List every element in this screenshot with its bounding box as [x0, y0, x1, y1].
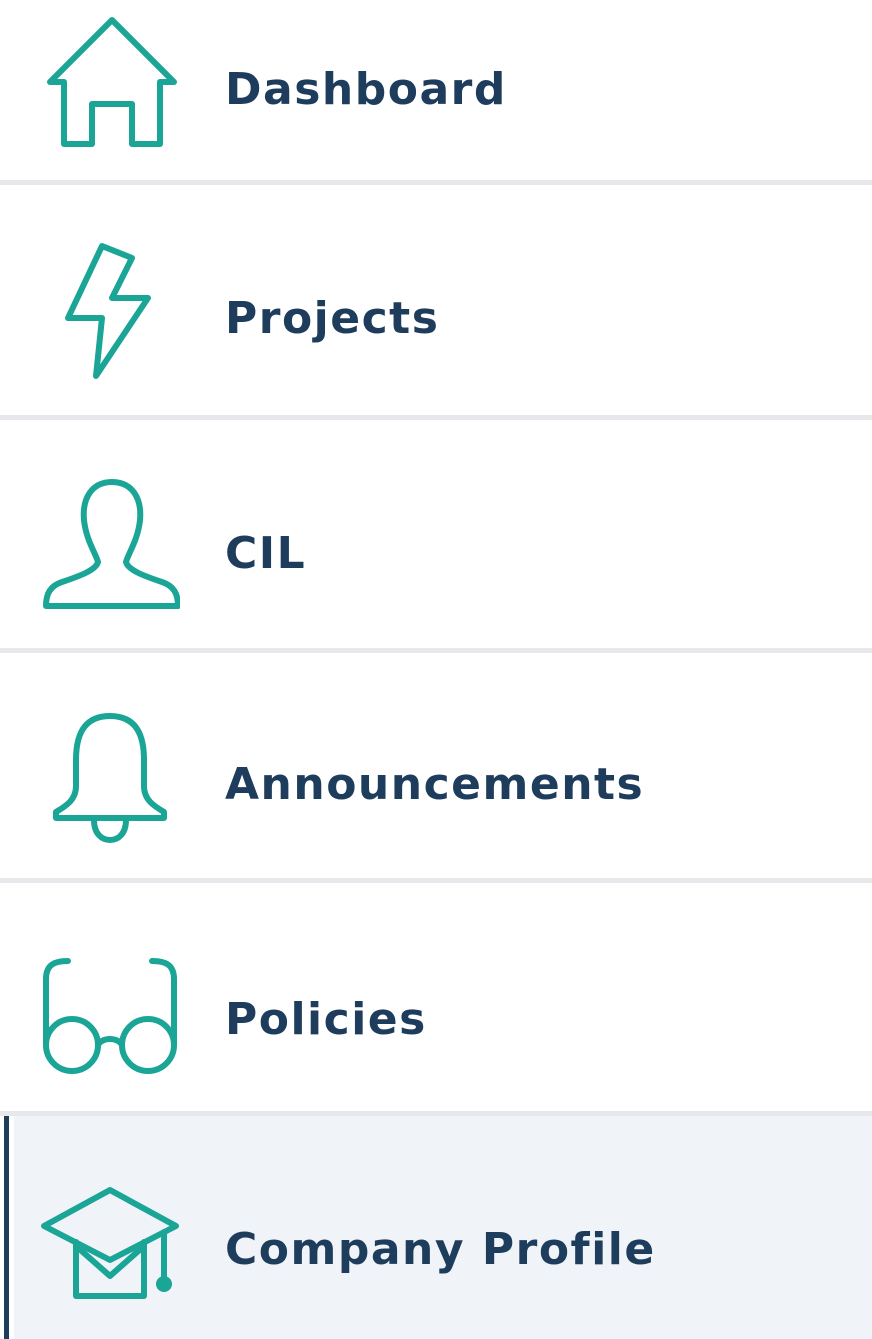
sidebar-nav: Dashboard Projects CIL Announcements Pol… — [0, 0, 872, 1339]
sidebar-item-announcements[interactable]: Announcements — [0, 653, 872, 878]
graduation-cap-icon — [40, 1176, 180, 1316]
sidebar-item-projects[interactable]: Projects — [0, 185, 872, 415]
bell-icon — [40, 708, 180, 848]
sidebar-item-policies[interactable]: Policies — [0, 883, 872, 1111]
sidebar-item-label: Announcements — [225, 759, 645, 810]
sidebar-item-label: Company Profile — [225, 1224, 656, 1275]
sidebar-item-cil[interactable]: CIL — [0, 420, 872, 648]
active-indicator — [0, 1116, 14, 1339]
sidebar-item-dashboard[interactable]: Dashboard — [0, 0, 872, 180]
sidebar-item-label: CIL — [225, 528, 307, 579]
sidebar-item-label: Policies — [225, 994, 427, 1045]
sidebar-item-label: Dashboard — [225, 64, 507, 115]
user-icon — [40, 472, 180, 612]
home-icon — [40, 12, 180, 152]
sidebar-item-label: Projects — [225, 293, 440, 344]
lightning-bolt-icon — [40, 240, 180, 380]
glasses-icon — [40, 943, 180, 1083]
sidebar-item-company-profile[interactable]: Company Profile — [0, 1116, 872, 1339]
